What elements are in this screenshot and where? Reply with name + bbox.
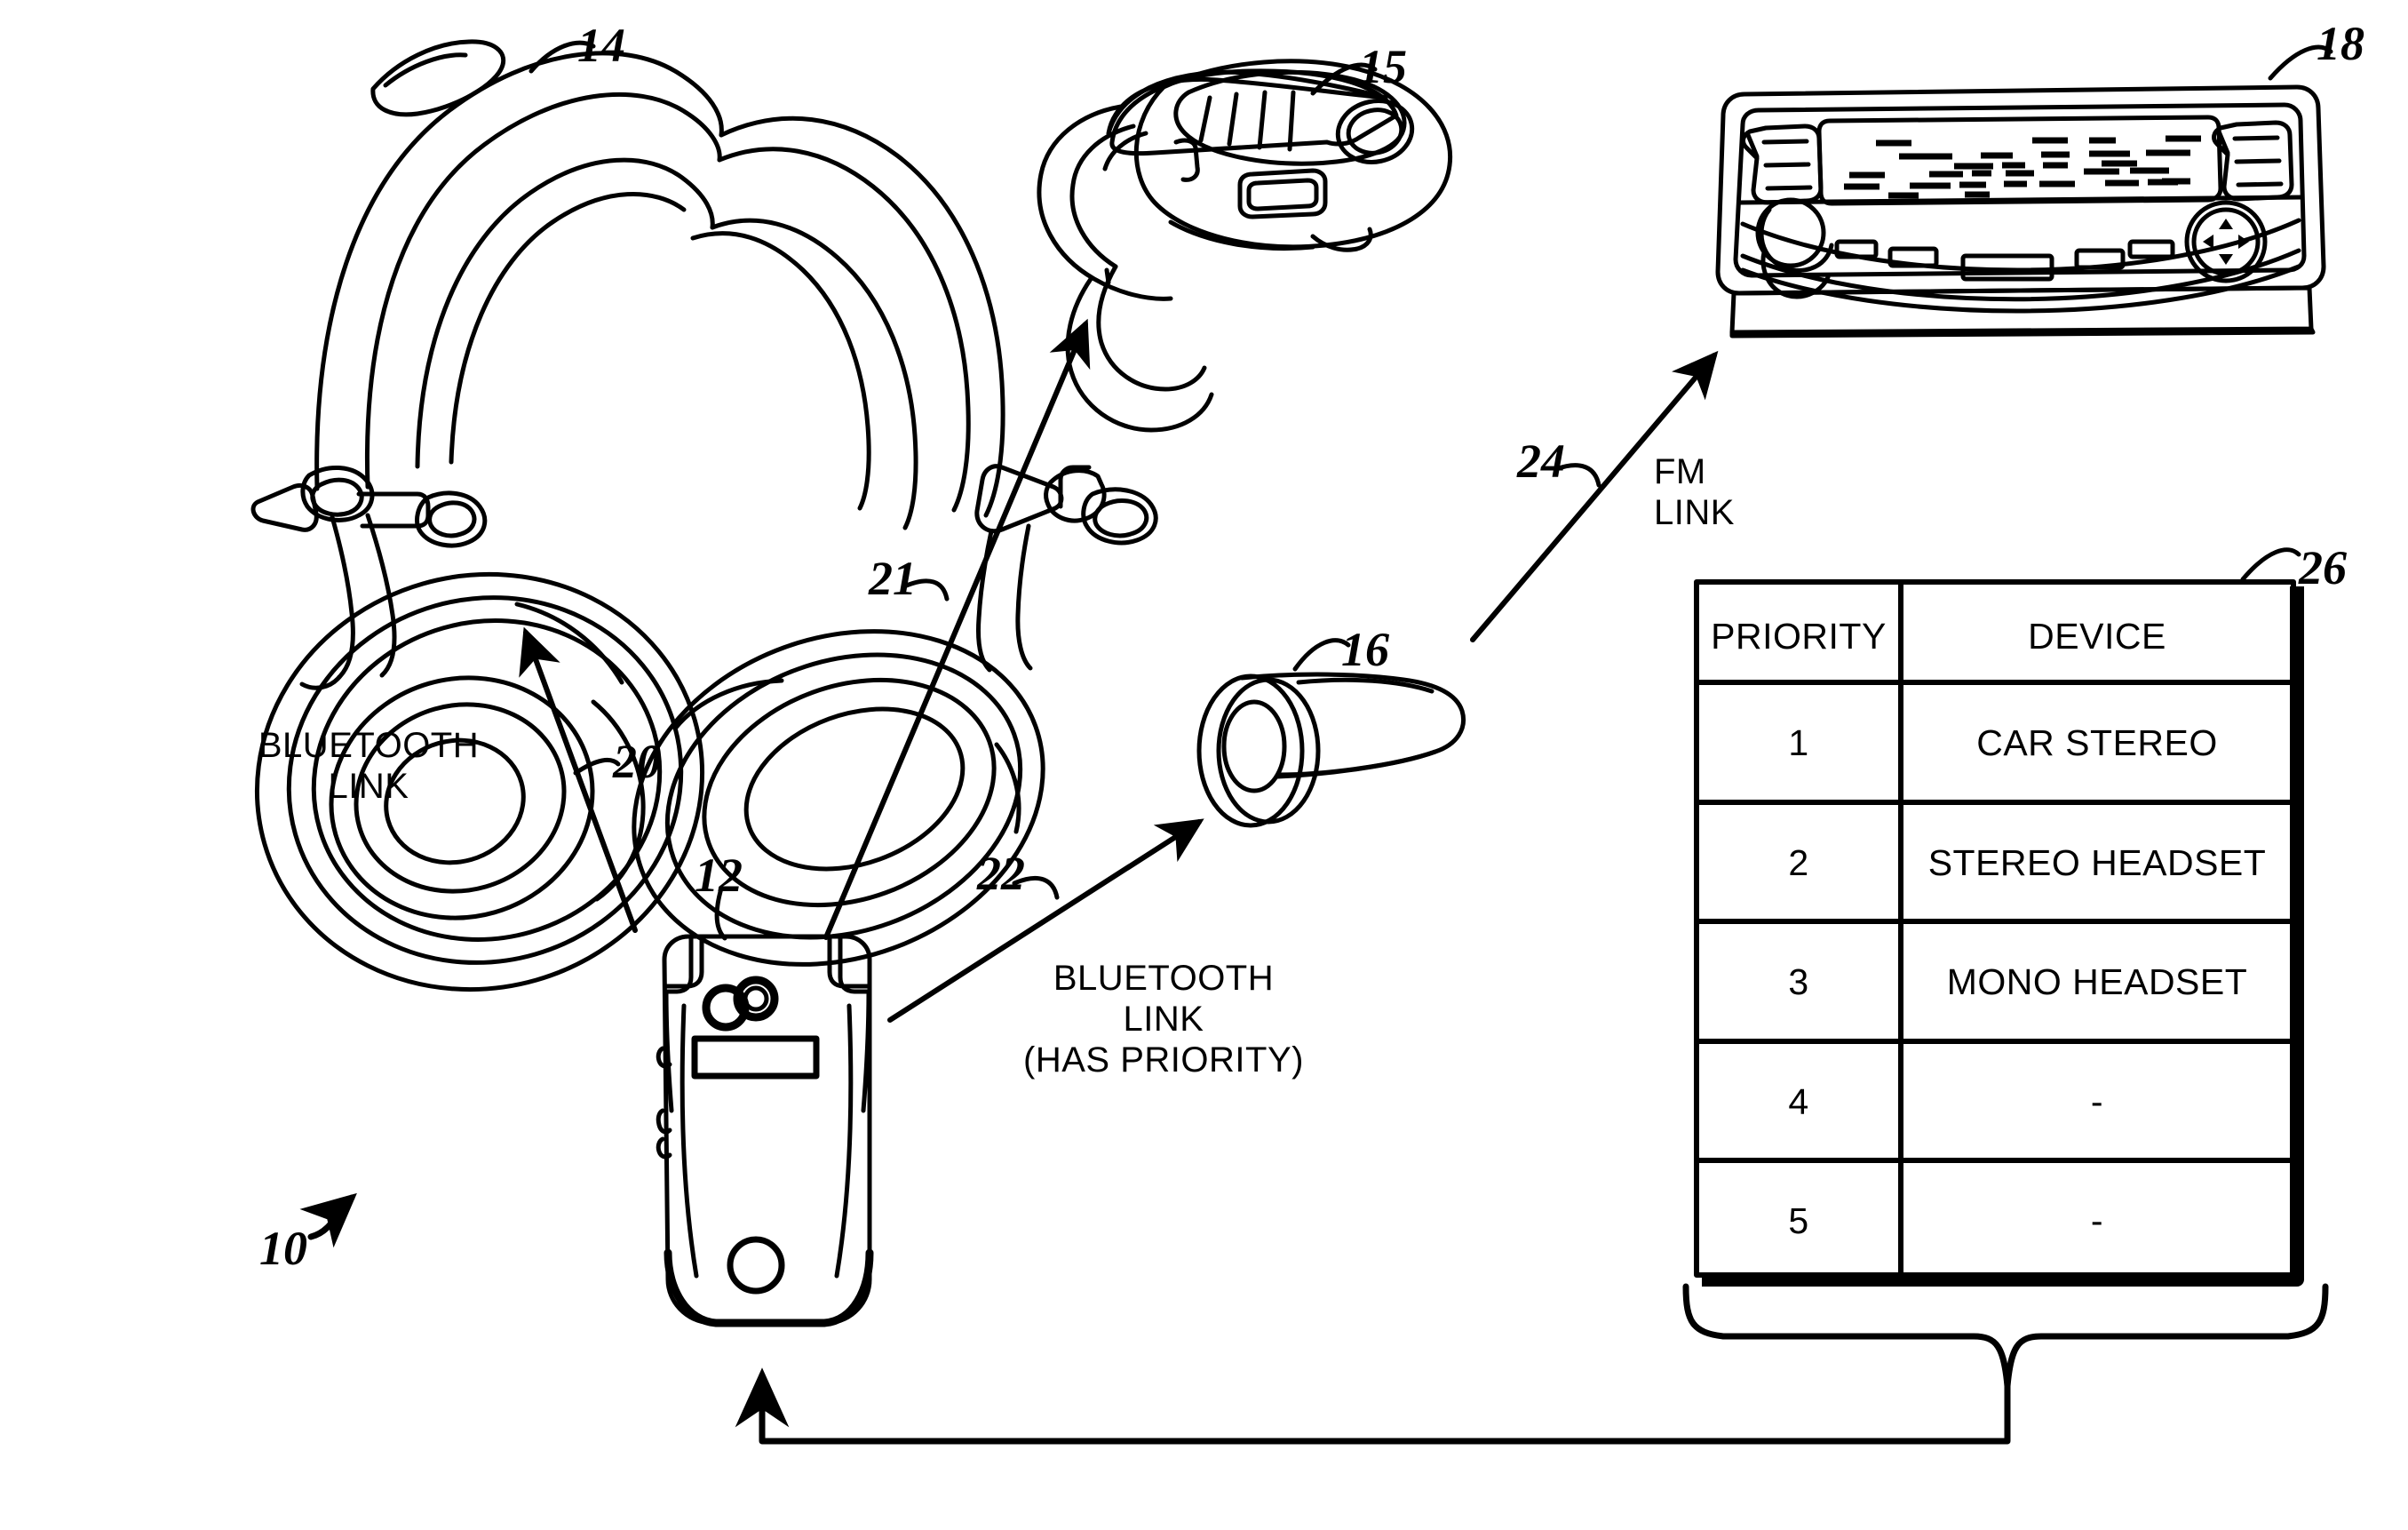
ref-leader-16 — [1292, 638, 1351, 672]
table-cell-priority-4: 4 — [1788, 1081, 1809, 1122]
table-cell-device-1: CAR STEREO — [1976, 722, 2218, 763]
table-header-device: DEVICE — [2028, 616, 2166, 657]
label-bluetooth-link-has-priority: BLUETOOTH LINK (HAS PRIORITY) — [1023, 959, 1304, 1080]
table-cell-priority-2: 2 — [1788, 842, 1809, 883]
mobile-phone-illustration — [656, 934, 874, 1327]
ref-numeral-14: 14 — [577, 19, 625, 72]
car-stereo-display-lines — [1844, 135, 2201, 199]
ref-numeral-18: 18 — [2317, 17, 2364, 70]
mono-headset-illustration — [1196, 672, 1466, 828]
ref-numeral-12: 12 — [695, 849, 743, 902]
ref-numeral-15: 15 — [1359, 40, 1407, 93]
table-cell-priority-3: 3 — [1788, 961, 1809, 1002]
label-bluetooth-link-headphones: BLUETOOTH LINK — [258, 726, 480, 806]
table-cell-device-3: MONO HEADSET — [1946, 961, 2248, 1002]
label-fm-link-car-stereo: FM LINK — [1654, 452, 1735, 532]
ref-numeral-22: 22 — [977, 847, 1025, 900]
priority-table-frame — [1694, 579, 2304, 1287]
ref-leader-10-arrow — [299, 1192, 357, 1248]
ref-leader-20 — [573, 757, 621, 776]
ref-numeral-20: 20 — [613, 735, 661, 788]
ref-numeral-26: 26 — [2299, 541, 2347, 594]
ref-numeral-16: 16 — [1341, 623, 1389, 676]
table-cell-priority-5: 5 — [1788, 1200, 1809, 1241]
ref-leader-26 — [2240, 547, 2301, 582]
table-cell-priority-1: 1 — [1788, 722, 1809, 763]
car-stereo-controls — [1740, 197, 2301, 314]
patent-figure: 14 15 18 12 16 20 21 22 24 26 10 BLUETOO… — [0, 0, 2408, 1530]
ref-numeral-24: 24 — [1517, 434, 1565, 488]
table-cell-device-5: - — [2090, 1200, 2104, 1241]
ref-numeral-21: 21 — [869, 552, 917, 605]
table-cell-device-2: STEREO HEADSET — [1927, 842, 2267, 883]
table-header-priority: PRIORITY — [1711, 616, 1887, 657]
bluetooth-earpiece-illustration — [1037, 59, 1453, 433]
ref-numeral-10-system: 10 — [259, 1222, 307, 1275]
feedback-brace-and-line — [735, 1283, 2329, 1445]
table-cell-device-4: - — [2090, 1081, 2104, 1122]
